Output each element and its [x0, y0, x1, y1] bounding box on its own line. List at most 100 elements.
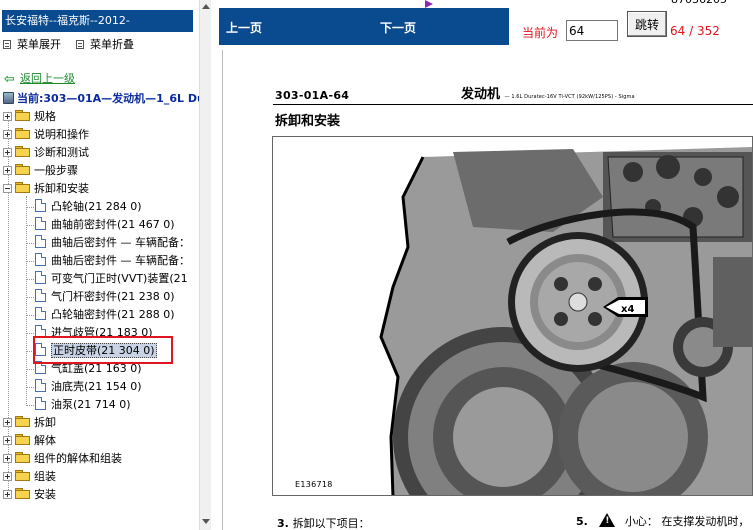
scroll-up-arrow-icon[interactable] [202, 4, 210, 9]
current-location: 当前:303—01A—发动机—1_6L Du [3, 91, 211, 107]
tree-folder-item[interactable]: 拆卸 [3, 414, 56, 432]
back-arrow-icon: ⇦ [4, 72, 15, 87]
top-number: 87036205 [671, 0, 727, 6]
folder-icon [15, 110, 30, 121]
expand-toggle-icon[interactable] [3, 490, 12, 499]
engine-drawing: x4 [379, 147, 752, 495]
document-icon [35, 379, 46, 392]
collapse-toggle-icon[interactable] [3, 184, 12, 193]
menu-icon [76, 40, 84, 49]
tree-doc-item[interactable]: 曲轴后密封件 — 车辆配备： [35, 234, 190, 252]
tree-item-label: 说明和操作 [34, 128, 89, 141]
tree-doc-item[interactable]: 油底壳(21 154 0) [35, 378, 142, 396]
document-icon [35, 253, 46, 266]
warning-icon [599, 513, 616, 527]
back-label: 返回上一级 [20, 72, 75, 85]
tree-doc-item[interactable]: 凸轮轴(21 284 0) [35, 198, 142, 216]
expand-toggle-icon[interactable] [3, 418, 12, 427]
folder-icon [15, 416, 30, 427]
next-page-button[interactable]: 下一页 [380, 19, 416, 36]
collapse-menu-button[interactable]: 菜单折叠 [76, 38, 134, 52]
folder-icon [15, 488, 30, 499]
expand-menu-label: 菜单展开 [17, 38, 61, 51]
top-strip: 87036205 [211, 0, 753, 8]
tree-doc-item[interactable]: 可变气门正时(VVT)装置(21 [35, 270, 188, 288]
folder-icon [15, 182, 30, 193]
current-page-label: 当前为 [522, 26, 559, 40]
document-icon [35, 271, 46, 284]
manual-title-bar: 长安福特--福克斯--2012- [2, 10, 193, 32]
tree-folder-item[interactable]: 诊断和测试 [3, 144, 89, 162]
tree-folder-item[interactable]: 规格 [3, 108, 56, 126]
tree-item-label: 安装 [34, 488, 56, 501]
tree-doc-item[interactable]: 曲轴前密封件(21 467 0) [35, 216, 175, 234]
document-icon [35, 397, 46, 410]
tree-item-label: 凸轮轴(21 284 0) [51, 200, 142, 213]
expand-toggle-icon[interactable] [3, 166, 12, 175]
scroll-down-arrow-icon[interactable] [202, 519, 210, 524]
tree-folder-item[interactable]: 组装 [3, 468, 56, 486]
tree-item-label: 曲轴前密封件(21 467 0) [51, 218, 175, 231]
page-left-edge [222, 50, 223, 530]
tree-item-label: 规格 [34, 110, 56, 123]
header-rule [273, 104, 753, 105]
back-to-parent-link[interactable]: ⇦ 返回上一级 [4, 72, 75, 87]
tree-folder-item[interactable]: 拆卸和安装 [3, 180, 89, 198]
tree-folder-item[interactable]: 安装 [3, 486, 56, 504]
document-icon [35, 307, 46, 320]
expand-toggle-icon[interactable] [3, 454, 12, 463]
tree-folder-item[interactable]: 说明和操作 [3, 126, 89, 144]
tree-scrollbar[interactable] [199, 0, 211, 530]
expand-toggle-icon[interactable] [3, 148, 12, 157]
doc-title-text: 发动机 [461, 87, 501, 102]
expand-menu-button[interactable]: 菜单展开 [3, 38, 61, 52]
tree-folder-item[interactable]: 一般步骤 [3, 162, 78, 180]
folder-icon [15, 434, 30, 445]
step-5-text: 小心： 在支撑发动机时， [624, 515, 750, 528]
figure-id: E136718 [295, 480, 333, 489]
navigation-tree-panel: 长安福特--福克斯--2012- 菜单展开 菜单折叠 ⇦ 返回上一级 当前:303… [0, 0, 211, 530]
tree-folder-item[interactable]: 组件的解体和组装 [3, 450, 122, 468]
tree-item-label: 拆卸和安装 [34, 182, 89, 195]
tree-item-label: 曲轴后密封件 — 车辆配备： [51, 236, 190, 249]
current-location-label: 当前:303—01A—发动机—1_6L Du [17, 92, 205, 105]
document-icon [35, 235, 46, 248]
play-arrow-icon [425, 0, 433, 8]
tree-folder-item[interactable]: 解体 [3, 432, 56, 450]
tree-item-label: 解体 [34, 434, 56, 447]
tree-item-label: 组件的解体和组装 [34, 452, 122, 465]
step-5: 5. 小心： 在支撑发动机时， [576, 513, 749, 529]
document-icon [35, 289, 46, 302]
folder-icon [15, 146, 30, 157]
document-icon [35, 199, 46, 212]
tree-item-label: 油泵(21 714 0) [51, 398, 131, 411]
tree-item-label: 曲轴后密封件 — 车辆配备： [51, 254, 190, 267]
folder-icon [15, 452, 30, 463]
jump-button[interactable]: 跳转 [627, 11, 667, 37]
folder-icon [15, 128, 30, 139]
tree-guide-line [26, 196, 27, 404]
folder-icon [15, 470, 30, 481]
expand-toggle-icon[interactable] [3, 112, 12, 121]
tree-doc-item[interactable]: 曲轴后密封件 — 车辆配备： [35, 252, 190, 270]
tree-doc-item[interactable]: 油泵(21 714 0) [35, 396, 131, 414]
tree-item-label: 拆卸 [34, 416, 56, 429]
tree-doc-item[interactable]: 凸轮轴密封件(21 288 0) [35, 306, 175, 324]
tree-item-label: 油底壳(21 154 0) [51, 380, 142, 393]
doc-section-title: 拆卸和安装 [275, 114, 341, 129]
menu-icon [3, 40, 11, 49]
expand-toggle-icon[interactable] [3, 130, 12, 139]
tree-item-label: 气门杆密封件(21 238 0) [51, 290, 175, 303]
tree-doc-item[interactable]: 气门杆密封件(21 238 0) [35, 288, 175, 306]
expand-toggle-icon[interactable] [3, 436, 12, 445]
document-icon [35, 217, 46, 230]
tree-item-label: 诊断和测试 [34, 146, 89, 159]
document-viewer: 87036205 上一页 下一页 当前为 跳转 64 / 352 303-01A… [211, 0, 753, 530]
collapse-menu-label: 菜单折叠 [90, 38, 134, 51]
expand-toggle-icon[interactable] [3, 472, 12, 481]
page-number-input[interactable] [566, 20, 618, 41]
step-3: 3. 拆卸以下项目： [277, 515, 370, 530]
prev-page-button[interactable]: 上一页 [226, 19, 262, 36]
tree-item-label: 凸轮轴密封件(21 288 0) [51, 308, 175, 321]
tree-item-label: 组装 [34, 470, 56, 483]
